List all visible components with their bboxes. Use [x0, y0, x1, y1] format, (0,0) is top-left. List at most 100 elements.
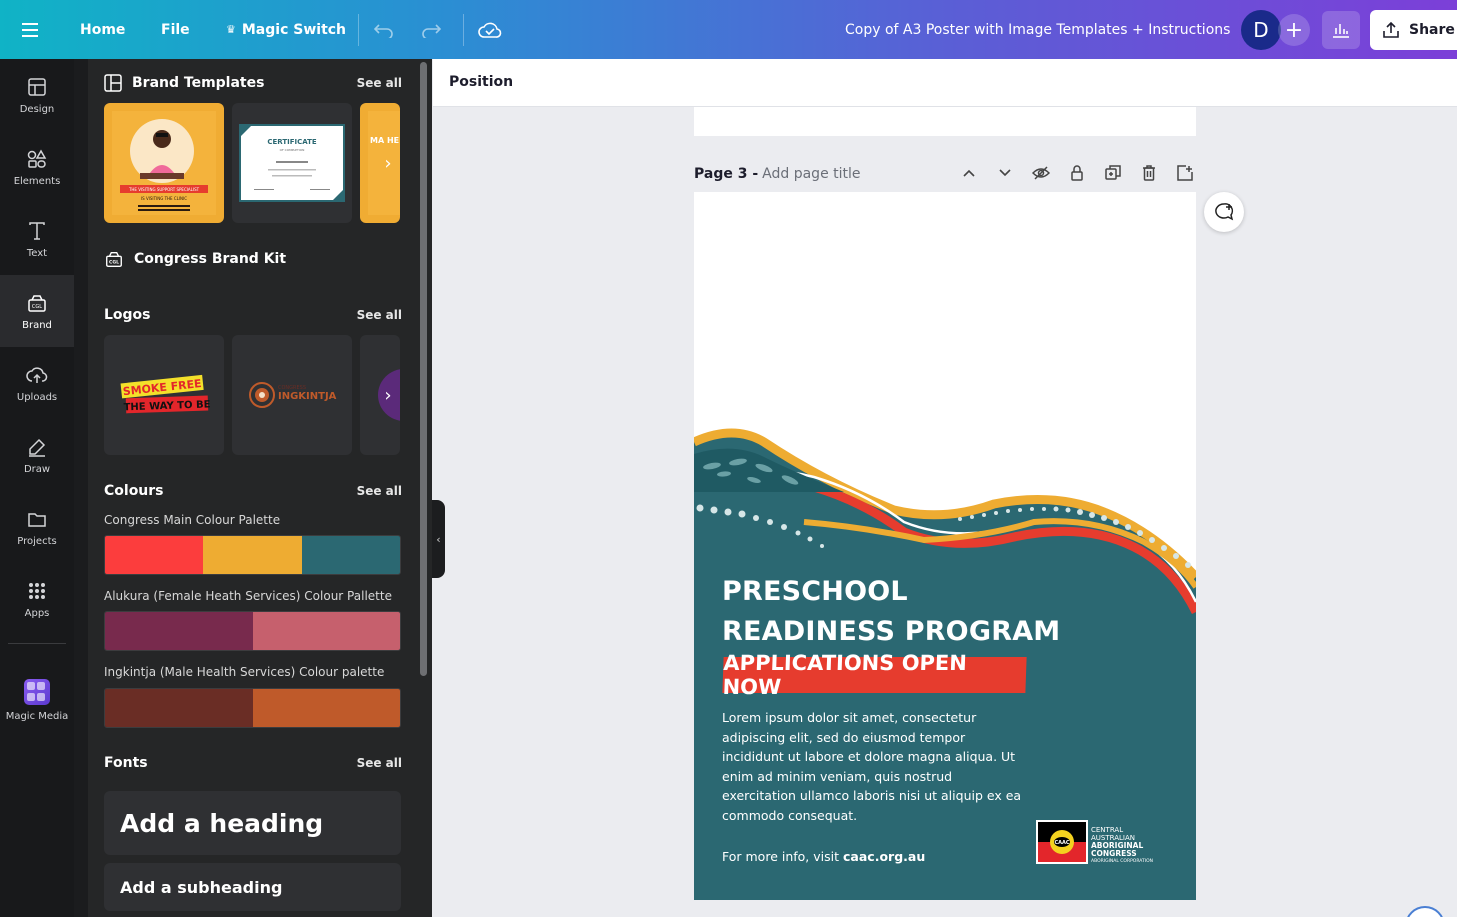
share-button[interactable]: Share: [1370, 10, 1457, 50]
rail-draw[interactable]: Draw: [0, 419, 74, 491]
see-all-fonts-link[interactable]: See all: [357, 756, 402, 770]
info-prefix: For more info, visit: [722, 849, 840, 864]
chevron-right-icon[interactable]: ›: [376, 383, 400, 407]
elements-icon: [27, 148, 47, 168]
add-subheading-button[interactable]: Add a subheading: [104, 863, 401, 911]
divider: [463, 14, 464, 46]
chevron-up-icon[interactable]: [958, 162, 980, 184]
cloud-saved-icon[interactable]: [478, 0, 506, 59]
add-collaborator-icon[interactable]: +: [1278, 14, 1310, 46]
rail-label: Elements: [13, 175, 61, 187]
color-swatch[interactable]: [105, 689, 253, 727]
position-button[interactable]: Position: [449, 74, 513, 90]
page-title-input[interactable]: Add page title: [762, 166, 860, 182]
color-swatch[interactable]: [252, 689, 400, 727]
ingkintja-logo: CONGRESS INGKINTJA: [249, 382, 337, 408]
page-number: Page 3 -: [694, 166, 759, 182]
text-icon: [29, 221, 45, 240]
see-all-templates-link[interactable]: See all: [357, 76, 402, 90]
color-swatch[interactable]: [203, 536, 302, 574]
poster-title-line2: READINESS PROGRAM: [722, 616, 1061, 647]
rail-apps[interactable]: Apps: [0, 563, 74, 635]
templates-row: THE VISITING SUPPORT SPECIALIST IS VISIT…: [104, 103, 400, 223]
poster-title[interactable]: PRESCHOOL READINESS PROGRAM: [722, 572, 1060, 652]
help-button[interactable]: [1405, 906, 1445, 917]
apps-icon: [29, 582, 45, 599]
undo-icon[interactable]: [374, 0, 402, 59]
poster-body-text[interactable]: Lorem ipsum dolor sit amet, consectetur …: [722, 708, 1022, 826]
add-comment-icon[interactable]: [1204, 192, 1244, 232]
duplicate-page-icon[interactable]: [1102, 162, 1124, 184]
rail-text[interactable]: Text: [0, 203, 74, 275]
hide-page-icon[interactable]: [1030, 162, 1052, 184]
rail-brand[interactable]: CGL Brand: [0, 275, 74, 347]
lock-icon[interactable]: [1066, 162, 1088, 184]
svg-text:OF COMPLETION: OF COMPLETION: [280, 148, 305, 152]
brand-panel: Brand Templates See all THE VISITING SUP…: [74, 59, 432, 917]
svg-text:CGL: CGL: [32, 304, 42, 310]
color-swatch[interactable]: [301, 536, 400, 574]
logo-line: CENTRAL: [1091, 826, 1124, 834]
poster-page[interactable]: PRESCHOOL READINESS PROGRAM APPLICATIONS…: [694, 192, 1196, 900]
user-avatar[interactable]: D: [1241, 10, 1281, 50]
poster-badge[interactable]: APPLICATIONS OPEN NOW: [722, 651, 1027, 699]
logo-line: CONGRESS: [1091, 849, 1137, 858]
left-rail: Design Elements Text CGL Brand Uploads D…: [0, 59, 74, 917]
add-page-icon[interactable]: [1174, 162, 1196, 184]
see-all-colours-link[interactable]: See all: [357, 484, 402, 498]
rail-label: Design: [19, 103, 55, 115]
fonts-title: Fonts: [104, 755, 148, 771]
poster-info-text[interactable]: For more info, visit caac.org.au: [722, 849, 925, 864]
svg-text:THE WAY TO BE: THE WAY TO BE: [123, 399, 210, 413]
rail-label: Text: [26, 247, 48, 259]
svg-text:CAAC: CAAC: [1054, 840, 1069, 846]
file-menu[interactable]: File: [161, 0, 190, 59]
add-heading-label: Add a heading: [120, 808, 324, 838]
see-all-logos-link[interactable]: See all: [357, 308, 402, 322]
certificate-preview-image: CERTIFICATE OF COMPLETION: [239, 124, 345, 202]
collapse-panel-icon[interactable]: ‹: [432, 500, 445, 578]
chevron-down-icon[interactable]: [994, 162, 1016, 184]
previous-page[interactable]: [694, 107, 1196, 136]
brand-templates-header: Brand Templates See all: [104, 72, 402, 94]
rail-elements[interactable]: Elements: [0, 131, 74, 203]
logo-thumb-smoke-free[interactable]: SMOKE FREE THE WAY TO BE: [104, 335, 224, 455]
insights-icon[interactable]: [1322, 11, 1360, 49]
caac-logo-text: CENTRAL AUSTRALIAN ABORIGINAL CONGRESS A…: [1091, 826, 1153, 866]
template-preview-image: THE VISITING SUPPORT SPECIALIST IS VISIT…: [112, 111, 216, 215]
template-thumb[interactable]: THE VISITING SUPPORT SPECIALIST IS VISIT…: [104, 103, 224, 223]
info-link: caac.org.au: [843, 849, 926, 864]
rail-label: Projects: [17, 535, 57, 547]
home-button[interactable]: Home: [80, 0, 125, 59]
magic-media-icon: [24, 678, 50, 705]
rail-label: Magic Media: [5, 710, 69, 722]
page-tools: [958, 162, 1196, 184]
magic-switch-button[interactable]: ♛ Magic Switch: [226, 0, 346, 59]
caac-logo-image[interactable]: CAAC: [1036, 820, 1088, 864]
palette-congress-main: [104, 535, 401, 575]
rail-magic-media[interactable]: Magic Media: [0, 659, 74, 741]
template-thumb-partial[interactable]: MA HE ›: [360, 103, 400, 223]
template-thumb[interactable]: CERTIFICATE OF COMPLETION: [232, 103, 352, 223]
chevron-right-icon[interactable]: ›: [376, 151, 400, 175]
rail-label: Apps: [24, 607, 50, 619]
panel-scrollbar[interactable]: [420, 62, 427, 676]
color-swatch[interactable]: [105, 536, 204, 574]
logo-thumb-partial[interactable]: ›: [360, 335, 400, 455]
rail-uploads[interactable]: Uploads: [0, 347, 74, 419]
logo-thumb-ingkintja[interactable]: CONGRESS INGKINTJA: [232, 335, 352, 455]
redo-icon[interactable]: [421, 0, 449, 59]
document-title[interactable]: Copy of A3 Poster with Image Templates +…: [845, 0, 1230, 59]
rail-design[interactable]: Design: [0, 59, 74, 131]
add-heading-button[interactable]: Add a heading: [104, 791, 401, 855]
color-swatch[interactable]: [252, 612, 400, 650]
design-icon: [28, 77, 46, 96]
rail-projects[interactable]: Projects: [0, 491, 74, 563]
menu-icon[interactable]: [22, 0, 52, 59]
brand-kit-title: Congress Brand Kit: [134, 251, 287, 267]
brand-kit-icon: CGL: [106, 251, 122, 267]
delete-page-icon[interactable]: [1138, 162, 1160, 184]
brand-kit-header[interactable]: CGL Congress Brand Kit: [104, 248, 402, 270]
logo-line: ABORIGINAL CORPORATION: [1091, 859, 1154, 864]
color-swatch[interactable]: [105, 612, 253, 650]
